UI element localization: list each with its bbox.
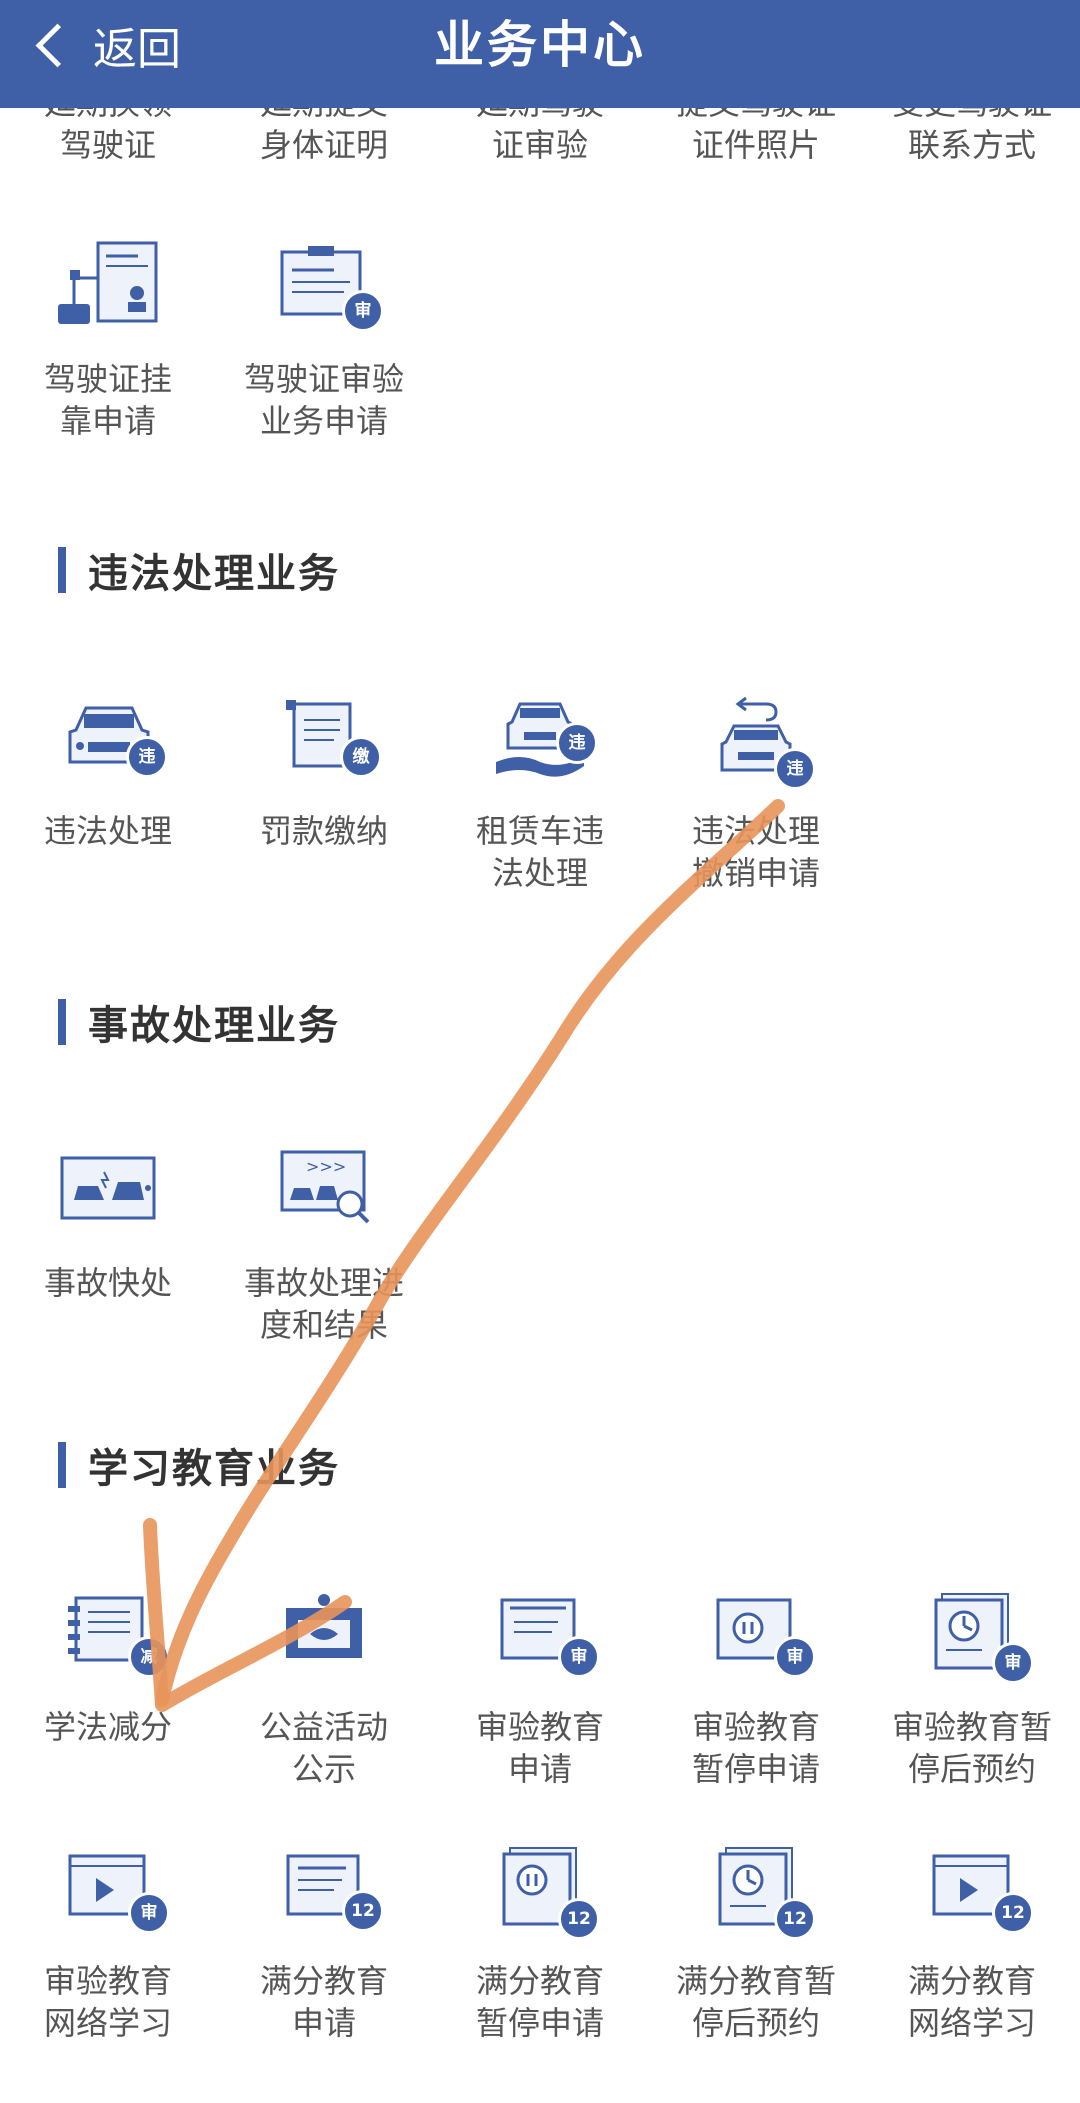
study-deduct-icon: 减 <box>48 1586 170 1696</box>
service-review-edu-apply[interactable]: 审 审验教育 申请 <box>432 1586 648 1790</box>
service-label: 违法处理 撤销申请 <box>691 812 820 892</box>
service-accident-progress[interactable]: >>> 事故处理进 度和结果 <box>216 1142 432 1346</box>
review-badge: 审 <box>558 1636 600 1678</box>
accident-progress-icon: >>> <box>264 1142 384 1252</box>
review-badge: 审 <box>128 1892 170 1934</box>
review-badge: 审 <box>992 1642 1034 1684</box>
service-label: 驾驶证挂 靠申请 <box>43 360 172 440</box>
service-charity-activity[interactable]: 公益活动 公示 <box>216 1586 432 1790</box>
payment-badge: 缴 <box>340 736 382 778</box>
section-header-education: 学习教育业务 <box>58 1440 340 1492</box>
full-score-appointment-icon: 12 <box>696 1840 816 1950</box>
service-label: 学法减分 <box>43 1708 172 1746</box>
full-score-badge: 12 <box>558 1898 600 1940</box>
review-badge: 审 <box>342 290 384 332</box>
full-score-online-icon: 12 <box>912 1840 1034 1950</box>
review-edu-appointment-icon: 审 <box>912 1586 1034 1696</box>
service-label: 事故处理进 度和结果 <box>243 1264 404 1344</box>
section-bar <box>58 1442 66 1488</box>
service-license-affiliation[interactable]: 驾驶证挂 靠申请 <box>0 238 216 442</box>
service-label: 审验教育 暂停申请 <box>691 1708 820 1788</box>
service-full-score-apply[interactable]: 12 满分教育 申请 <box>216 1840 432 2044</box>
violation-revoke-icon: 违 <box>696 690 816 800</box>
accident-quick-icon <box>48 1142 168 1252</box>
car-violation-icon: 违 <box>48 690 168 800</box>
violation-badge: 违 <box>556 722 598 764</box>
full-score-pause-icon: 12 <box>480 1840 600 1950</box>
section-header-violation: 违法处理业务 <box>58 545 340 597</box>
review-edu-online-icon: 审 <box>48 1840 170 1950</box>
section-bar <box>58 547 66 593</box>
service-fine-payment[interactable]: 缴 罚款缴纳 <box>216 690 432 852</box>
fine-payment-icon: 缴 <box>264 690 384 800</box>
service-label: 审验教育 申请 <box>475 1708 604 1788</box>
deduct-badge: 减 <box>128 1636 170 1678</box>
service-label: 罚款缴纳 <box>259 812 388 850</box>
section-header-accident: 事故处理业务 <box>58 997 340 1049</box>
service-label: 满分教育 网络学习 <box>907 1962 1036 2042</box>
service-violation-revoke[interactable]: 违 违法处理 撤销申请 <box>648 690 864 894</box>
service-label: 事故快处 <box>43 1264 172 1302</box>
section-title: 违法处理业务 <box>88 551 340 597</box>
section-title: 学习教育业务 <box>88 1446 340 1492</box>
service-violation-handle[interactable]: 违 违法处理 <box>0 690 216 852</box>
service-label: 租赁车违 法处理 <box>475 812 604 892</box>
service-label: 公益活动 公示 <box>259 1708 388 1788</box>
violation-badge: 违 <box>774 748 816 790</box>
service-full-score-online[interactable]: 12 满分教育 网络学习 <box>864 1840 1080 2044</box>
service-full-score-appointment[interactable]: 12 满分教育暂 停后预约 <box>648 1840 864 2044</box>
service-license-review-apply[interactable]: 审 驾驶证审验 业务申请 <box>216 238 432 442</box>
service-label: 满分教育 暂停申请 <box>475 1962 604 2042</box>
svg-text:>>>: >>> <box>306 1157 346 1176</box>
service-label: 满分教育暂 停后预约 <box>675 1962 836 2042</box>
service-label: 审验教育 网络学习 <box>43 1962 172 2042</box>
violation-badge: 违 <box>126 736 168 778</box>
section-title: 事故处理业务 <box>88 1003 340 1049</box>
section-bar <box>58 999 66 1045</box>
full-score-apply-icon: 12 <box>264 1840 384 1950</box>
service-label: 驾驶证审验 业务申请 <box>243 360 404 440</box>
full-score-badge: 12 <box>992 1892 1034 1934</box>
service-full-score-pause[interactable]: 12 满分教育 暂停申请 <box>432 1840 648 2044</box>
rental-car-violation-icon: 违 <box>480 690 600 800</box>
full-score-badge: 12 <box>774 1898 816 1940</box>
page-title: 业务中心 <box>434 16 646 74</box>
review-badge: 审 <box>774 1636 816 1678</box>
service-accident-quick[interactable]: 事故快处 <box>0 1142 216 1304</box>
service-rental-violation[interactable]: 违 租赁车违 法处理 <box>432 690 648 894</box>
service-review-edu-appointment[interactable]: 审 审验教育暂 停后预约 <box>864 1586 1080 1790</box>
review-edu-apply-icon: 审 <box>480 1586 600 1696</box>
review-edu-pause-icon: 审 <box>696 1586 816 1696</box>
top-bar: 返回 业务中心 <box>0 0 1080 108</box>
service-review-edu-pause[interactable]: 审 审验教育 暂停申请 <box>648 1586 864 1790</box>
license-review-icon: 审 <box>264 238 384 348</box>
license-affiliation-icon <box>48 238 168 348</box>
service-review-edu-online[interactable]: 审 审验教育 网络学习 <box>0 1840 216 2044</box>
full-score-badge: 12 <box>342 1890 384 1932</box>
service-study-deduct[interactable]: 减 学法减分 <box>0 1586 216 1748</box>
service-label: 满分教育 申请 <box>259 1962 388 2042</box>
service-label: 审验教育暂 停后预约 <box>891 1708 1052 1788</box>
charity-activity-icon <box>264 1586 384 1696</box>
service-label: 违法处理 <box>43 812 172 850</box>
